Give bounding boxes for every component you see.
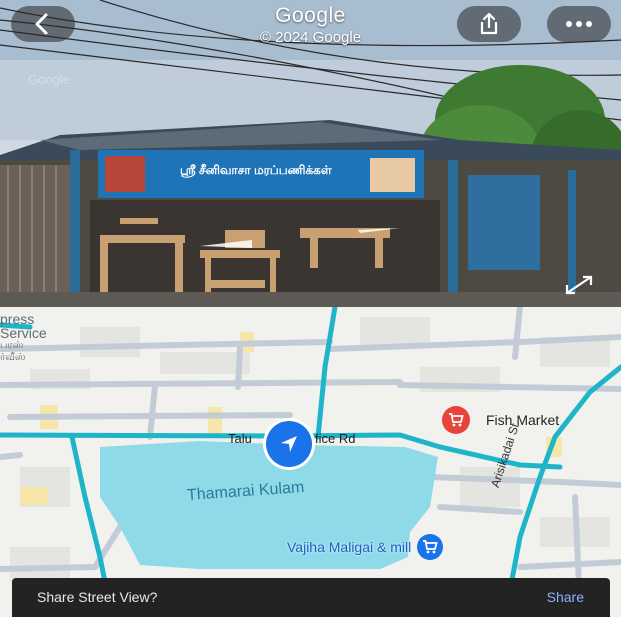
share-action-button[interactable]: Share <box>547 589 584 605</box>
share-icon <box>480 12 498 35</box>
map-label-partial-2: Service <box>0 325 47 341</box>
expand-button[interactable] <box>562 272 596 298</box>
map-canvas[interactable] <box>0 307 621 617</box>
fish-market-pin <box>442 406 470 434</box>
road-label-taluk-right: fice Rd <box>315 431 356 446</box>
street-view-watermark: Google <box>28 72 70 87</box>
map-panel[interactable]: press Service பரஸ் ர்வீஸ் Talu fice Rd T… <box>0 307 621 617</box>
current-location-marker[interactable] <box>266 421 312 467</box>
share-button[interactable] <box>457 6 521 42</box>
map-label-partial-3: பரஸ் <box>0 340 24 351</box>
street-view-title: Google <box>275 4 346 27</box>
vajiha-maligai-pin <box>417 534 444 560</box>
map-label-partial-4: ர்வீஸ் <box>0 352 26 363</box>
fish-market-label: Fish Market <box>486 412 560 428</box>
street-view-panel[interactable]: Google © 2024 Google Google ஸ்ரீ சீனிவாச… <box>0 0 621 307</box>
place-vajiha-maligai[interactable]: Vajiha Maligai & mill <box>287 534 444 560</box>
street-view-image <box>0 0 621 307</box>
street-view-copyright: © 2024 Google <box>259 29 362 46</box>
navigation-arrow-icon <box>281 436 297 452</box>
shopping-cart-icon <box>449 413 464 427</box>
share-prompt-text: Share Street View? <box>37 589 158 605</box>
more-horizontal-icon <box>566 21 592 27</box>
road-label-taluk-left: Talu <box>228 431 252 446</box>
more-options-button[interactable] <box>547 6 611 42</box>
place-fish-market[interactable]: Fish Market <box>442 406 559 434</box>
shop-sign-text: ஸ்ரீ சீனிவாசா மரப்பணிக்கள் <box>180 163 332 177</box>
shopping-cart-icon <box>423 540 438 554</box>
vajiha-maligai-label: Vajiha Maligai & mill <box>287 539 412 555</box>
expand-arrows-icon <box>565 275 593 295</box>
back-button[interactable] <box>11 6 75 42</box>
share-street-view-sheet: Share Street View? Share <box>12 578 610 617</box>
back-chevron-icon <box>35 13 48 35</box>
